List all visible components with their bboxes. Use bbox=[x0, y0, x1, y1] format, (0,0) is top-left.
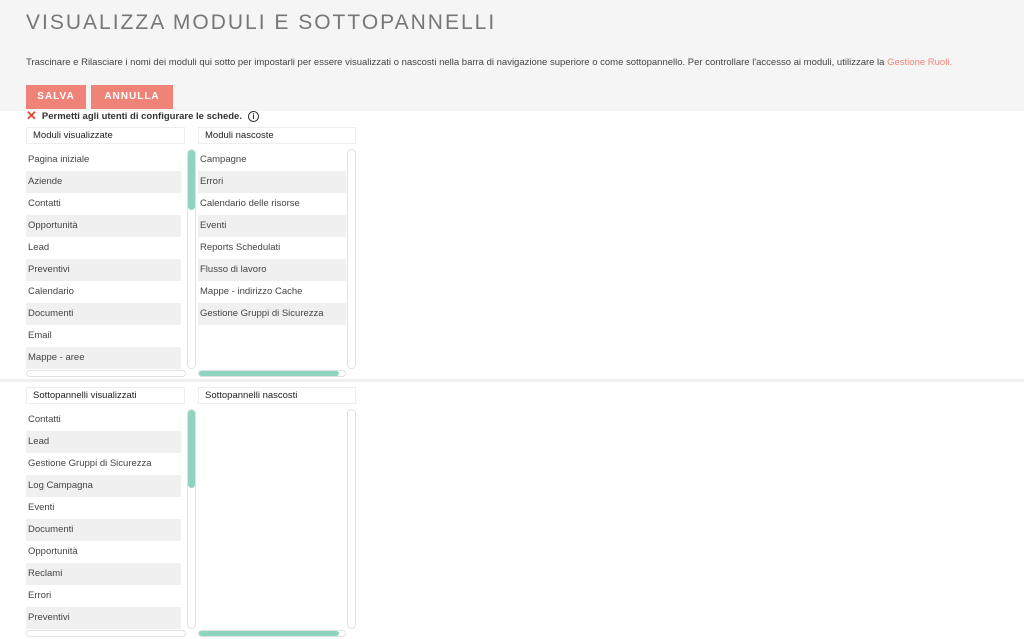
configure-tabs-option[interactable]: ✕ Permetti agli utenti di configurare le… bbox=[26, 108, 259, 123]
hidden-modules-header: Moduli nascoste bbox=[198, 127, 356, 144]
displayed-subpanels-hscroll[interactable] bbox=[26, 630, 186, 637]
scroll-thumb[interactable] bbox=[188, 410, 195, 488]
list-item[interactable]: Calendario bbox=[26, 281, 181, 303]
list-item[interactable]: Aziende bbox=[26, 171, 181, 193]
section-divider bbox=[0, 379, 1024, 382]
list-item[interactable]: Pagina iniziale bbox=[26, 149, 181, 171]
page-title: VISUALIZZA MODULI E SOTTOPANNELLI bbox=[26, 11, 497, 34]
list-item[interactable]: Documenti bbox=[26, 519, 181, 541]
page-description: Trascinare e Rilasciare i nomi dei modul… bbox=[26, 57, 952, 68]
scroll-thumb[interactable] bbox=[188, 150, 195, 210]
roles-link[interactable]: Gestione Ruoli. bbox=[887, 57, 952, 68]
list-item[interactable]: Errori bbox=[198, 171, 346, 193]
list-item[interactable]: Contatti bbox=[26, 193, 181, 215]
info-icon[interactable]: i bbox=[247, 110, 259, 122]
list-item[interactable]: Email bbox=[26, 325, 181, 347]
displayed-modules-scrollbar[interactable] bbox=[187, 149, 196, 369]
list-item[interactable]: Opportunità bbox=[26, 215, 181, 237]
hidden-modules-scrollbar[interactable] bbox=[347, 149, 356, 369]
list-item[interactable]: Mappe - indirizzo Cache bbox=[198, 281, 346, 303]
list-item[interactable]: Contatti bbox=[26, 409, 181, 431]
hidden-modules-hscroll[interactable] bbox=[198, 370, 346, 377]
displayed-subpanels-scrollbar[interactable] bbox=[187, 409, 196, 629]
list-item[interactable]: Lead bbox=[26, 237, 181, 259]
list-item[interactable]: Eventi bbox=[26, 497, 181, 519]
list-item[interactable]: Documenti bbox=[26, 303, 181, 325]
displayed-subpanels-header: Sottopannelli visualizzati bbox=[26, 387, 185, 404]
displayed-subpanels-list[interactable]: Contatti Lead Gestione Gruppi di Sicurezza… bbox=[26, 409, 181, 629]
hidden-subpanels-header: Sottopannelli nascosti bbox=[198, 387, 356, 404]
close-icon: ✕ bbox=[26, 108, 37, 123]
displayed-modules-hscroll[interactable] bbox=[26, 370, 186, 377]
list-item[interactable]: Preventivi bbox=[26, 259, 181, 281]
list-item[interactable]: Log Campagna bbox=[26, 475, 181, 497]
list-item[interactable]: Gestione Gruppi di Sicurezza bbox=[26, 453, 181, 475]
list-item[interactable]: Reclami bbox=[26, 563, 181, 585]
save-button[interactable]: SALVA bbox=[26, 85, 86, 109]
list-item[interactable]: Flusso di lavoro bbox=[198, 259, 346, 281]
list-item[interactable]: Lead bbox=[26, 431, 181, 453]
list-item[interactable]: Gestione Gruppi di Sicurezza bbox=[198, 303, 346, 325]
hidden-subpanels-hscroll[interactable] bbox=[198, 630, 346, 637]
list-item[interactable]: Campagne bbox=[198, 149, 346, 171]
displayed-modules-list[interactable]: Pagina iniziale Aziende Contatti Opportunit… bbox=[26, 149, 181, 369]
hidden-modules-list[interactable]: Campagne Errori Calendario delle risorse Ev… bbox=[198, 149, 346, 325]
list-item[interactable]: Opportunità bbox=[26, 541, 181, 563]
list-item[interactable]: Errori bbox=[26, 585, 181, 607]
description-text: Trascinare e Rilasciare i nomi dei modul… bbox=[26, 57, 888, 68]
hscroll-thumb[interactable] bbox=[199, 631, 339, 636]
list-item[interactable]: Mappe - aree bbox=[26, 347, 181, 369]
list-item[interactable]: Eventi bbox=[198, 215, 346, 237]
displayed-modules-header: Moduli visualizzate bbox=[26, 127, 185, 144]
configure-tabs-label: Permetti agli utenti di configurare le s… bbox=[41, 110, 242, 122]
hidden-subpanels-scrollbar[interactable] bbox=[347, 409, 356, 629]
list-item[interactable]: Calendario delle risorse bbox=[198, 193, 346, 215]
list-item[interactable]: Preventivi bbox=[26, 607, 181, 629]
hscroll-thumb[interactable] bbox=[199, 371, 339, 376]
cancel-button[interactable]: ANNULLA bbox=[91, 85, 173, 109]
list-item[interactable]: Reports Schedulati bbox=[198, 237, 346, 259]
